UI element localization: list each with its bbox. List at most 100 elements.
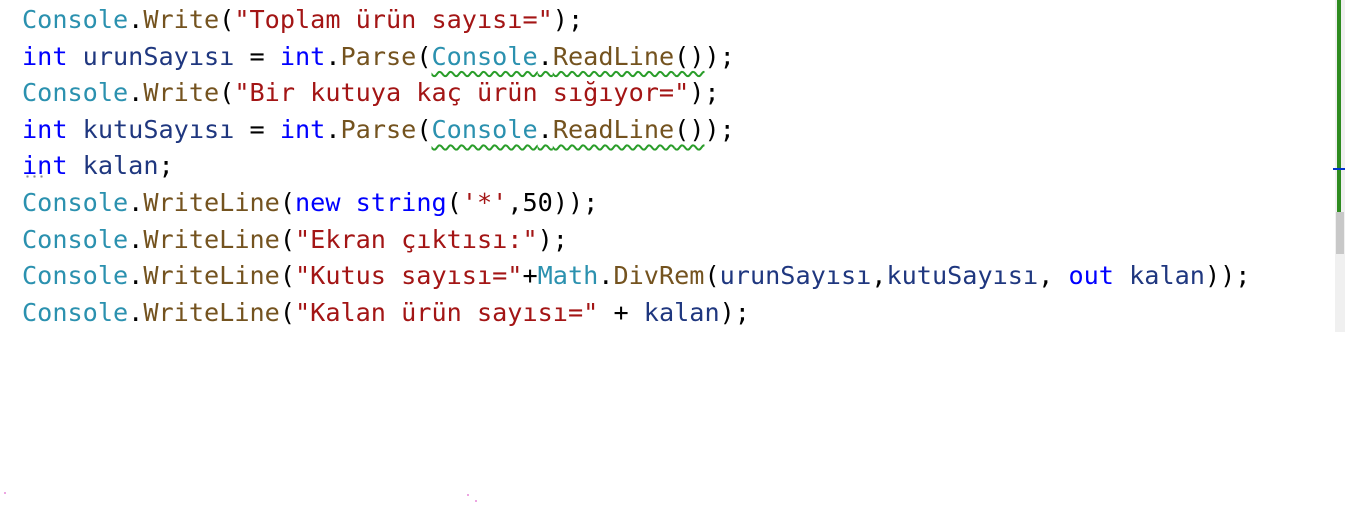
keyword-token: int <box>22 114 68 144</box>
punctuation-token: ; <box>158 151 174 181</box>
method-name-token: WriteLine <box>143 187 280 217</box>
punctuation-token: () <box>674 114 705 144</box>
punctuation-token: , <box>507 187 523 217</box>
type-name-token: Console <box>431 114 538 144</box>
method-name-token: DivRem <box>613 261 705 291</box>
string-literal-token: "Kalan ürün sayısı=" <box>294 297 599 327</box>
punctuation-token: . <box>128 261 144 291</box>
string-literal-token: "Bir kutuya kaç ürün sığıyor=" <box>234 78 690 108</box>
identifier-token: kalan <box>643 297 720 327</box>
punctuation-token: + <box>598 297 644 327</box>
change-tracking-bar <box>1337 0 1341 212</box>
string-literal-token: "Ekran çıktısı:" <box>294 224 538 254</box>
caret-position-marker <box>1333 168 1345 170</box>
method-name-token: Write <box>143 5 220 34</box>
type-name-token: Console <box>22 78 129 108</box>
code-line[interactable]: int kutuSayısı = int.Parse(Console.ReadL… <box>22 112 1250 149</box>
keyword-token: string <box>355 187 447 217</box>
punctuation-token: ); <box>719 297 750 327</box>
punctuation-token: . <box>128 224 144 254</box>
punctuation-token: ); <box>552 5 584 34</box>
identifier-token: urunSayısı <box>82 41 235 71</box>
method-name-token: Parse <box>340 114 417 144</box>
identifier-token: kutuSayısı <box>82 114 235 144</box>
string-literal-token: "Kutus sayısı=" <box>294 261 523 291</box>
method-name-token: Write <box>143 78 220 108</box>
vertical-scrollbar[interactable] <box>1333 0 1345 332</box>
type-name-token: Console <box>22 261 129 291</box>
code-line[interactable]: Console.Write("Bir kutuya kaç ürün sığıy… <box>22 75 1250 112</box>
punctuation-token: ( <box>219 78 235 108</box>
punctuation-token: . <box>128 297 144 327</box>
method-name-token: WriteLine <box>143 297 280 327</box>
punctuation-token: ( <box>416 114 432 144</box>
type-name-token: Console <box>22 187 129 217</box>
punctuation-token <box>340 188 355 217</box>
punctuation-token: , <box>1038 261 1069 291</box>
type-name-token: Console <box>22 224 129 254</box>
code-line[interactable]: Console.WriteLine(new string('*',50)); <box>22 185 1250 222</box>
punctuation-token: ); <box>704 41 735 71</box>
code-line[interactable]: Console.WriteLine("Ekran çıktısı:"); <box>22 222 1250 259</box>
code-line[interactable]: int kalan; <box>22 148 1250 185</box>
punctuation-token: = <box>234 41 280 71</box>
punctuation-token <box>68 115 83 144</box>
artifact-dot <box>4 492 6 494</box>
code-line[interactable]: Console.WriteLine("Kalan ürün sayısı=" +… <box>22 295 1250 332</box>
punctuation-token: ( <box>704 261 720 291</box>
punctuation-token: ( <box>279 261 295 291</box>
punctuation-token: ); <box>704 114 735 144</box>
punctuation-token: ( <box>279 187 295 217</box>
type-name-token: Console <box>431 41 538 71</box>
string-literal-token: "Toplam ürün sayısı=" <box>234 5 553 34</box>
code-editor[interactable]: Console.Write("Toplam ürün sayısı="); int… <box>0 0 1335 505</box>
identifier-token: kalan <box>1129 261 1205 291</box>
punctuation-token: . <box>325 41 341 71</box>
method-name-token: WriteLine <box>143 224 280 254</box>
identifier-token: urunSayısı <box>719 261 872 291</box>
punctuation-token <box>68 151 83 180</box>
punctuation-token: ( <box>279 297 295 327</box>
punctuation-token: ); <box>537 224 568 254</box>
punctuation-token <box>1114 261 1129 290</box>
artifact-dot <box>467 494 469 496</box>
punctuation-token: . <box>537 114 553 144</box>
method-name-token: WriteLine <box>143 261 280 291</box>
string-literal-token: '*' <box>461 187 508 217</box>
identifier-token: kutuSayısı <box>886 261 1039 291</box>
number-literal-token: 50 <box>522 187 553 217</box>
punctuation-token: () <box>674 41 705 71</box>
punctuation-token: . <box>537 41 553 71</box>
punctuation-token: , <box>871 261 887 291</box>
punctuation-token: ); <box>689 78 720 108</box>
punctuation-token: . <box>325 114 341 144</box>
code-line[interactable]: int urunSayısı = int.Parse(Console.ReadL… <box>22 39 1250 76</box>
code-lines[interactable]: Console.Write("Toplam ürün sayısı="); int… <box>22 2 1250 331</box>
punctuation-token: ( <box>446 187 462 217</box>
keyword-token: out <box>1068 261 1114 291</box>
keyword-token: new <box>294 187 341 217</box>
punctuation-token: . <box>598 261 614 291</box>
keyword-token: int <box>22 41 68 71</box>
code-line[interactable]: Console.Write("Toplam ürün sayısı="); <box>22 2 1250 39</box>
code-line[interactable]: Console.WriteLine("Kutus sayısı="+Math.D… <box>22 258 1250 295</box>
punctuation-token: )); <box>1204 261 1251 291</box>
punctuation-token: . <box>128 187 144 217</box>
artifact-dot <box>475 500 477 502</box>
keyword-token: int <box>22 151 68 181</box>
type-name-token: Console <box>22 297 129 327</box>
punctuation-token: ( <box>279 224 295 254</box>
keyword-token: int <box>279 114 326 144</box>
punctuation-token: )); <box>552 187 599 217</box>
method-name-token: ReadLine <box>552 41 675 71</box>
scroll-thumb[interactable] <box>1336 212 1344 254</box>
punctuation-token: ( <box>416 41 432 71</box>
punctuation-token: . <box>128 78 144 108</box>
punctuation-token: = <box>234 114 280 144</box>
punctuation-token: ( <box>219 5 235 34</box>
keyword-token: int <box>279 41 326 71</box>
punctuation-token <box>68 42 83 71</box>
type-name-token: Math <box>537 261 599 291</box>
type-name-token: Console <box>22 5 129 34</box>
method-name-token: Parse <box>340 41 417 71</box>
